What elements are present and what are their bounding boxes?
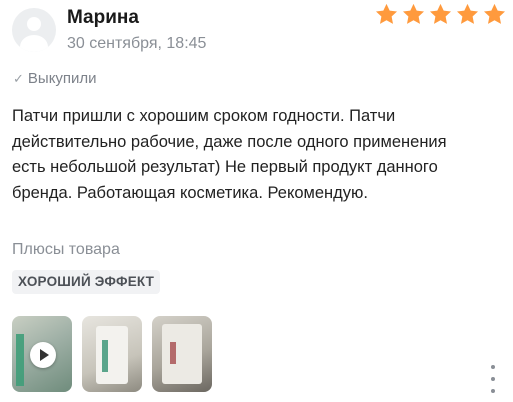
review-author: Марина (67, 7, 139, 28)
review-date: 30 сентября, 18:45 (67, 35, 207, 52)
purchase-status-label: Выкупили (27, 70, 97, 87)
avatar-head (27, 17, 41, 31)
media-thumbnail-photo[interactable] (82, 316, 142, 392)
check-icon: ✓ (13, 70, 24, 86)
more-vertical-icon[interactable] (489, 365, 497, 393)
avatar (12, 8, 56, 52)
star-icon (428, 2, 453, 27)
thumbnail-content (162, 324, 202, 384)
star-icon (482, 2, 507, 27)
pros-tag: ХОРОШИЙ ЭФФЕКТ (12, 270, 161, 294)
thumbnail-content (16, 334, 24, 386)
star-icon (455, 2, 480, 27)
star-icon (401, 2, 426, 27)
rating-stars (374, 2, 507, 27)
play-icon[interactable] (30, 342, 56, 368)
avatar-body (20, 35, 48, 52)
review-text: Патчи пришли с хорошим сроком годности. … (12, 107, 447, 202)
media-thumbnail-video[interactable] (12, 316, 72, 392)
media-thumbnail-photo[interactable] (152, 316, 212, 392)
star-icon (374, 2, 399, 27)
purchase-status: ✓ Выкупили (13, 70, 97, 87)
pros-title: Плюсы товара (12, 241, 120, 258)
thumbnail-content (96, 326, 128, 384)
